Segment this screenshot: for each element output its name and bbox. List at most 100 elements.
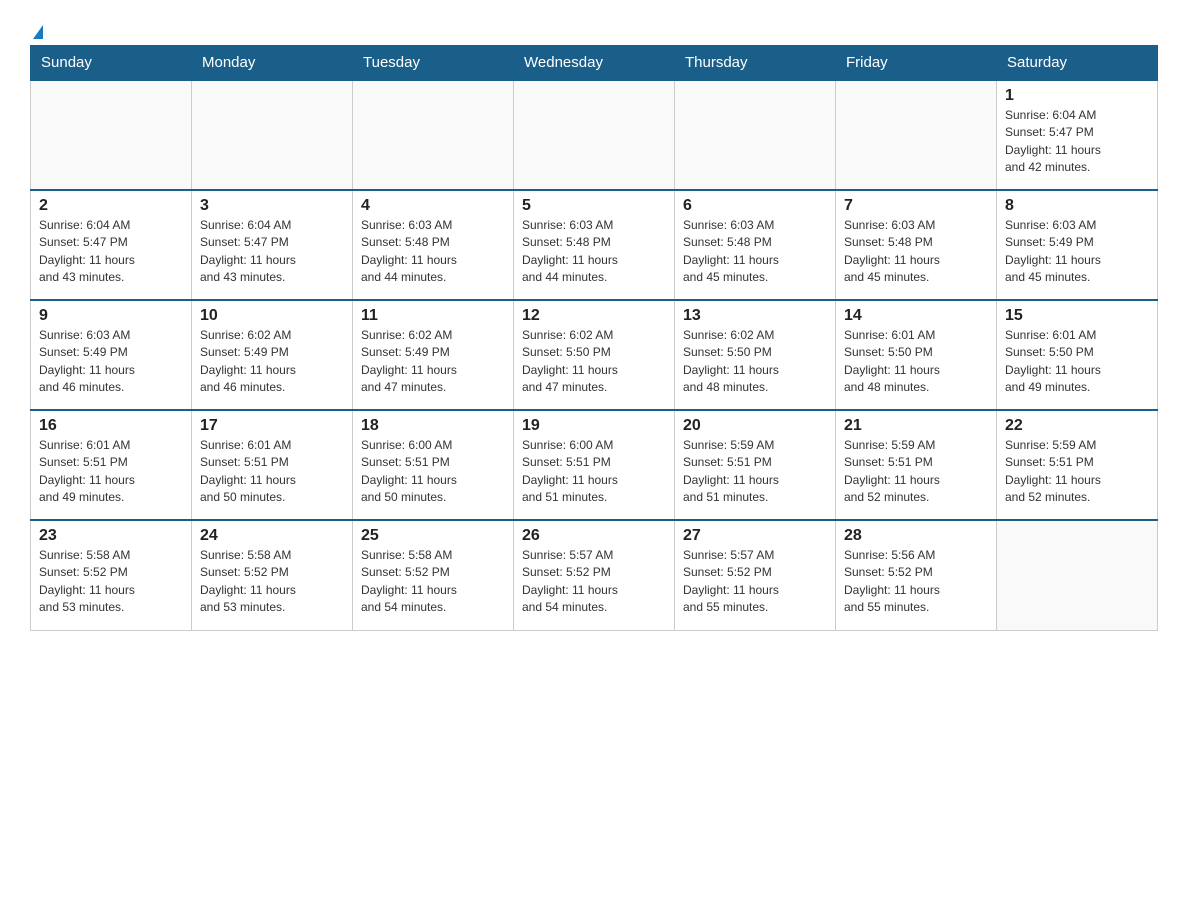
day-number: 28 [844, 527, 988, 545]
day-info: Sunrise: 6:02 AMSunset: 5:49 PMDaylight:… [200, 327, 344, 397]
calendar-cell [836, 80, 997, 190]
day-number: 12 [522, 307, 666, 325]
calendar-cell: 27 Sunrise: 5:57 AMSunset: 5:52 PMDayligh… [675, 520, 836, 630]
calendar-table: SundayMondayTuesdayWednesdayThursdayFrid… [30, 45, 1158, 631]
day-number: 24 [200, 527, 344, 545]
logo-triangle-icon [33, 25, 43, 39]
day-number: 11 [361, 307, 505, 325]
calendar-week-row: 23 Sunrise: 5:58 AMSunset: 5:52 PMDayligh… [31, 520, 1158, 630]
calendar-cell: 20 Sunrise: 5:59 AMSunset: 5:51 PMDayligh… [675, 410, 836, 520]
day-info: Sunrise: 5:58 AMSunset: 5:52 PMDaylight:… [361, 547, 505, 617]
weekday-header-monday: Monday [192, 46, 353, 81]
day-number: 10 [200, 307, 344, 325]
calendar-cell: 13Sunrise: 6:02 AMSunset: 5:50 PMDayligh… [675, 300, 836, 410]
calendar-cell [192, 80, 353, 190]
calendar-cell: 26 Sunrise: 5:57 AMSunset: 5:52 PMDayligh… [514, 520, 675, 630]
calendar-week-row: 1 Sunrise: 6:04 AMSunset: 5:47 PMDaylight… [31, 80, 1158, 190]
day-number: 26 [522, 527, 666, 545]
day-number: 5 [522, 197, 666, 215]
day-info: Sunrise: 6:03 AMSunset: 5:49 PMDaylight:… [39, 327, 183, 397]
calendar-week-row: 16 Sunrise: 6:01 AMSunset: 5:51 PMDayligh… [31, 410, 1158, 520]
calendar-cell: 9 Sunrise: 6:03 AMSunset: 5:49 PMDaylight… [31, 300, 192, 410]
calendar-cell [31, 80, 192, 190]
calendar-cell: 5 Sunrise: 6:03 AMSunset: 5:48 PMDaylight… [514, 190, 675, 300]
day-info: Sunrise: 6:03 AMSunset: 5:48 PMDaylight:… [683, 217, 827, 287]
day-number: 6 [683, 197, 827, 215]
day-number: 4 [361, 197, 505, 215]
day-number: 21 [844, 417, 988, 435]
day-number: 14 [844, 307, 988, 325]
calendar-cell: 16 Sunrise: 6:01 AMSunset: 5:51 PMDayligh… [31, 410, 192, 520]
calendar-cell: 15 Sunrise: 6:01 AMSunset: 5:50 PMDayligh… [997, 300, 1158, 410]
weekday-header-sunday: Sunday [31, 46, 192, 81]
day-info: Sunrise: 6:02 AMSunset: 5:50 PMDaylight:… [522, 327, 666, 397]
calendar-cell: 1 Sunrise: 6:04 AMSunset: 5:47 PMDaylight… [997, 80, 1158, 190]
calendar-cell [353, 80, 514, 190]
day-number: 27 [683, 527, 827, 545]
calendar-cell: 23 Sunrise: 5:58 AMSunset: 5:52 PMDayligh… [31, 520, 192, 630]
day-number: 17 [200, 417, 344, 435]
day-number: 16 [39, 417, 183, 435]
day-number: 18 [361, 417, 505, 435]
day-number: 23 [39, 527, 183, 545]
page-header [30, 20, 1158, 35]
calendar-cell: 14 Sunrise: 6:01 AMSunset: 5:50 PMDayligh… [836, 300, 997, 410]
day-info: Sunrise: 6:03 AMSunset: 5:48 PMDaylight:… [844, 217, 988, 287]
day-number: 15 [1005, 307, 1149, 325]
day-info: Sunrise: 6:00 AMSunset: 5:51 PMDaylight:… [361, 437, 505, 507]
day-info: Sunrise: 6:00 AMSunset: 5:51 PMDaylight:… [522, 437, 666, 507]
weekday-header-wednesday: Wednesday [514, 46, 675, 81]
calendar-cell: 19 Sunrise: 6:00 AMSunset: 5:51 PMDayligh… [514, 410, 675, 520]
calendar-cell: 25 Sunrise: 5:58 AMSunset: 5:52 PMDayligh… [353, 520, 514, 630]
day-info: Sunrise: 6:03 AMSunset: 5:48 PMDaylight:… [522, 217, 666, 287]
calendar-cell: 18 Sunrise: 6:00 AMSunset: 5:51 PMDayligh… [353, 410, 514, 520]
day-info: Sunrise: 6:03 AMSunset: 5:48 PMDaylight:… [361, 217, 505, 287]
day-info: Sunrise: 5:57 AMSunset: 5:52 PMDaylight:… [683, 547, 827, 617]
calendar-cell: 24 Sunrise: 5:58 AMSunset: 5:52 PMDayligh… [192, 520, 353, 630]
day-info: Sunrise: 6:01 AMSunset: 5:51 PMDaylight:… [200, 437, 344, 507]
day-info: Sunrise: 6:02 AMSunset: 5:49 PMDaylight:… [361, 327, 505, 397]
calendar-cell: 28 Sunrise: 5:56 AMSunset: 5:52 PMDayligh… [836, 520, 997, 630]
day-number: 25 [361, 527, 505, 545]
logo [30, 20, 43, 35]
day-info: Sunrise: 5:57 AMSunset: 5:52 PMDaylight:… [522, 547, 666, 617]
day-number: 2 [39, 197, 183, 215]
weekday-header-saturday: Saturday [997, 46, 1158, 81]
day-info: Sunrise: 6:04 AMSunset: 5:47 PMDaylight:… [1005, 107, 1149, 177]
calendar-cell [997, 520, 1158, 630]
day-info: Sunrise: 6:01 AMSunset: 5:50 PMDaylight:… [1005, 327, 1149, 397]
day-info: Sunrise: 6:03 AMSunset: 5:49 PMDaylight:… [1005, 217, 1149, 287]
calendar-cell: 7Sunrise: 6:03 AMSunset: 5:48 PMDaylight… [836, 190, 997, 300]
weekday-header-thursday: Thursday [675, 46, 836, 81]
weekday-header-tuesday: Tuesday [353, 46, 514, 81]
day-info: Sunrise: 5:58 AMSunset: 5:52 PMDaylight:… [39, 547, 183, 617]
calendar-week-row: 2 Sunrise: 6:04 AMSunset: 5:47 PMDaylight… [31, 190, 1158, 300]
calendar-cell: 21 Sunrise: 5:59 AMSunset: 5:51 PMDayligh… [836, 410, 997, 520]
day-number: 1 [1005, 87, 1149, 105]
day-info: Sunrise: 6:04 AMSunset: 5:47 PMDaylight:… [200, 217, 344, 287]
day-info: Sunrise: 5:59 AMSunset: 5:51 PMDaylight:… [1005, 437, 1149, 507]
calendar-cell: 4 Sunrise: 6:03 AMSunset: 5:48 PMDaylight… [353, 190, 514, 300]
day-number: 20 [683, 417, 827, 435]
calendar-cell: 11 Sunrise: 6:02 AMSunset: 5:49 PMDayligh… [353, 300, 514, 410]
day-number: 9 [39, 307, 183, 325]
day-info: Sunrise: 5:59 AMSunset: 5:51 PMDaylight:… [683, 437, 827, 507]
calendar-cell: 3 Sunrise: 6:04 AMSunset: 5:47 PMDaylight… [192, 190, 353, 300]
day-info: Sunrise: 5:59 AMSunset: 5:51 PMDaylight:… [844, 437, 988, 507]
day-number: 8 [1005, 197, 1149, 215]
day-info: Sunrise: 6:01 AMSunset: 5:51 PMDaylight:… [39, 437, 183, 507]
day-number: 22 [1005, 417, 1149, 435]
day-number: 13 [683, 307, 827, 325]
day-number: 3 [200, 197, 344, 215]
day-info: Sunrise: 6:04 AMSunset: 5:47 PMDaylight:… [39, 217, 183, 287]
calendar-cell: 10 Sunrise: 6:02 AMSunset: 5:49 PMDayligh… [192, 300, 353, 410]
calendar-cell: 22 Sunrise: 5:59 AMSunset: 5:51 PMDayligh… [997, 410, 1158, 520]
day-info: Sunrise: 6:01 AMSunset: 5:50 PMDaylight:… [844, 327, 988, 397]
calendar-cell: 8 Sunrise: 6:03 AMSunset: 5:49 PMDaylight… [997, 190, 1158, 300]
calendar-week-row: 9 Sunrise: 6:03 AMSunset: 5:49 PMDaylight… [31, 300, 1158, 410]
weekday-header-friday: Friday [836, 46, 997, 81]
day-info: Sunrise: 5:56 AMSunset: 5:52 PMDaylight:… [844, 547, 988, 617]
day-info: Sunrise: 5:58 AMSunset: 5:52 PMDaylight:… [200, 547, 344, 617]
calendar-cell: 12 Sunrise: 6:02 AMSunset: 5:50 PMDayligh… [514, 300, 675, 410]
day-number: 19 [522, 417, 666, 435]
